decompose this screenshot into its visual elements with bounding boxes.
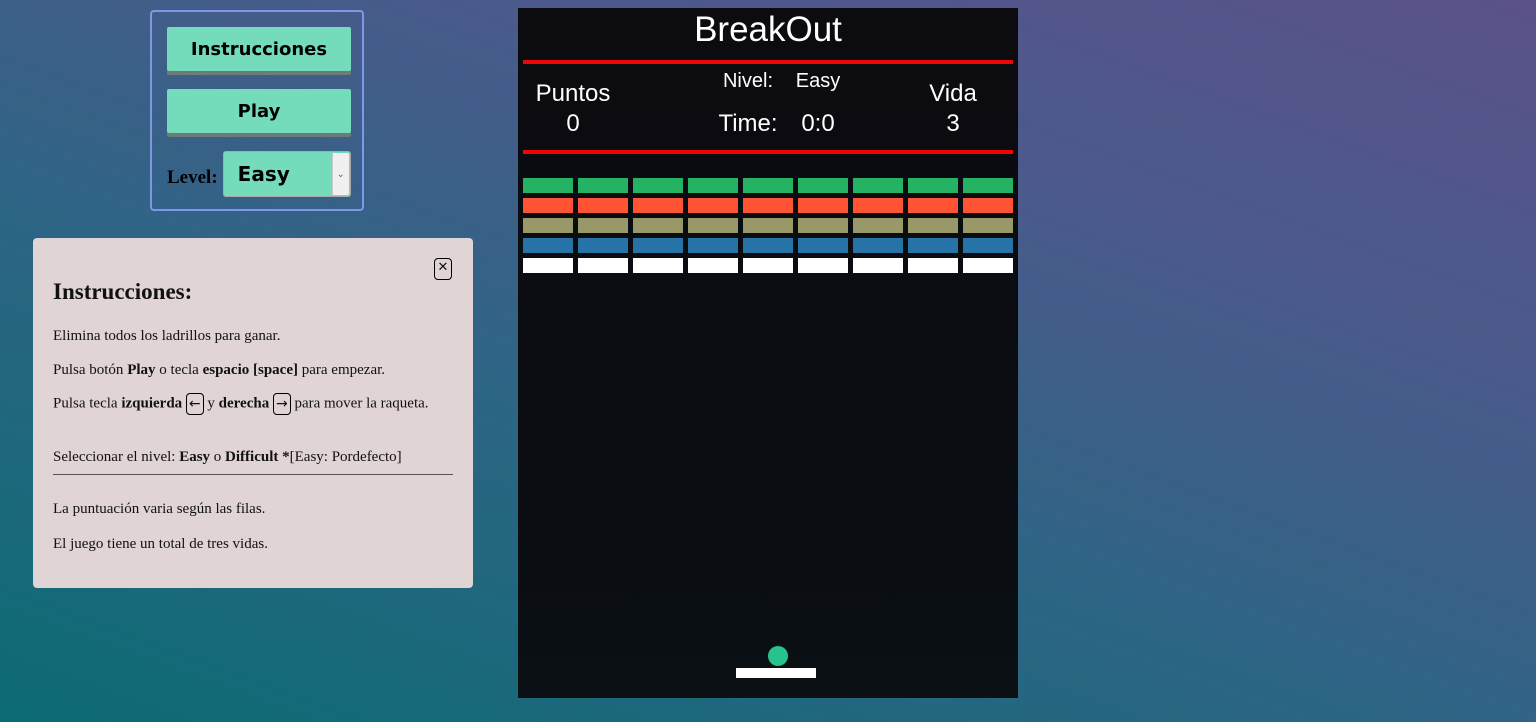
- brick: [908, 238, 958, 253]
- instruction-score: La puntuación varia según las filas.: [53, 501, 266, 517]
- brick: [633, 258, 683, 273]
- brick: [578, 198, 628, 213]
- brick: [853, 238, 903, 253]
- brick: [798, 258, 848, 273]
- brick: [963, 198, 1013, 213]
- brick: [688, 218, 738, 233]
- brick: [633, 178, 683, 193]
- brick: [853, 178, 903, 193]
- bottom-divider: [523, 150, 1013, 154]
- brick: [688, 198, 738, 213]
- instructions-title: Instrucciones:: [53, 279, 193, 304]
- level-select[interactable]: Easy ⌄: [222, 151, 351, 197]
- control-panel: Instrucciones Play Level: Easy ⌄: [150, 10, 364, 211]
- top-divider: [523, 60, 1013, 64]
- instructions-divider: [53, 474, 453, 475]
- brick: [688, 238, 738, 253]
- brick: [578, 238, 628, 253]
- brick: [908, 198, 958, 213]
- instruction-start: Pulsa botón Play o tecla espacio [space]…: [53, 362, 386, 378]
- brick: [743, 218, 793, 233]
- level-label: Level:: [167, 167, 218, 188]
- chevron-down-icon[interactable]: ⌄: [331, 153, 349, 195]
- lives-value: 3: [946, 110, 960, 137]
- brick: [633, 238, 683, 253]
- brick: [523, 218, 573, 233]
- brick: [578, 178, 628, 193]
- brick: [523, 178, 573, 193]
- instructions-panel: ✕ Instrucciones: Elimina todos los ladri…: [33, 238, 473, 588]
- brick: [743, 238, 793, 253]
- left-arrow-key-icon: ←: [185, 393, 204, 415]
- brick: [633, 218, 683, 233]
- brick: [578, 218, 628, 233]
- brick: [853, 258, 903, 273]
- level-stat-value: Easy: [795, 70, 841, 92]
- brick: [798, 238, 848, 253]
- points-label: Puntos: [535, 80, 611, 107]
- brick: [908, 178, 958, 193]
- brick: [963, 218, 1013, 233]
- brick: [798, 178, 848, 193]
- play-button[interactable]: Play: [167, 89, 351, 133]
- brick: [523, 258, 573, 273]
- close-icon[interactable]: ✕: [434, 258, 452, 280]
- brick: [578, 258, 628, 273]
- brick: [523, 238, 573, 253]
- time-label: Time:: [718, 110, 778, 137]
- paddle[interactable]: [736, 668, 816, 678]
- ball: [768, 646, 788, 666]
- brick: [743, 178, 793, 193]
- brick: [633, 198, 683, 213]
- instruction-level: Seleccionar el nivel: Easy o Difficult *…: [53, 449, 402, 465]
- brick: [688, 258, 738, 273]
- points-value: 0: [566, 110, 580, 137]
- lives-label: Vida: [929, 80, 977, 107]
- brick: [798, 198, 848, 213]
- brick: [963, 238, 1013, 253]
- brick: [743, 258, 793, 273]
- instruction-lives: El juego tiene un total de tres vidas.: [53, 536, 268, 552]
- level-stat-label: Nivel:: [722, 70, 773, 92]
- brick: [908, 218, 958, 233]
- brick: [798, 218, 848, 233]
- instructions-button[interactable]: Instrucciones: [167, 27, 351, 71]
- game-canvas[interactable]: BreakOut Puntos 0 Nivel: Easy Time: 0:0 …: [518, 8, 1018, 698]
- right-arrow-key-icon: →: [272, 393, 291, 415]
- brick: [688, 178, 738, 193]
- instruction-goal: Elimina todos los ladrillos para ganar.: [53, 328, 281, 344]
- brick: [963, 178, 1013, 193]
- level-select-value: Easy: [237, 162, 290, 186]
- time-value: 0:0: [801, 110, 835, 137]
- game-title: BreakOut: [694, 10, 842, 49]
- instruction-move: Pulsa tecla izquierda ← y derecha → para…: [53, 393, 433, 415]
- brick: [963, 258, 1013, 273]
- brick: [743, 198, 793, 213]
- brick: [908, 258, 958, 273]
- brick: [523, 198, 573, 213]
- level-row: Level: Easy ⌄: [167, 151, 351, 197]
- brick: [853, 198, 903, 213]
- brick: [853, 218, 903, 233]
